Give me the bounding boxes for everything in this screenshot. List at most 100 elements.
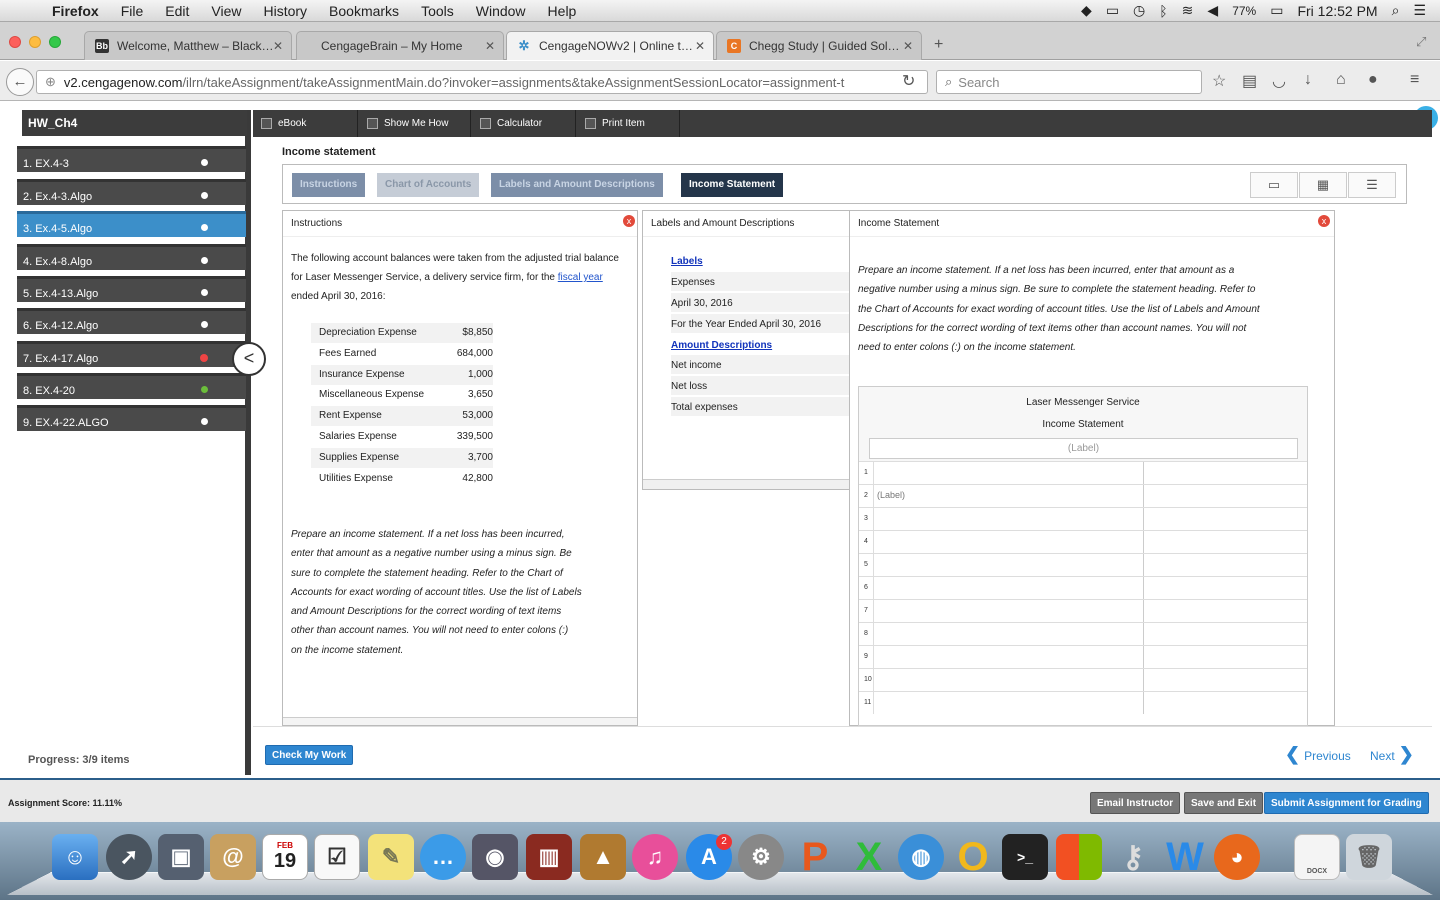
- sidebar-item[interactable]: 9. EX.4-22.ALGO: [17, 405, 246, 431]
- menu-tools[interactable]: Tools: [410, 3, 465, 19]
- launchpad-icon[interactable]: ➚: [106, 834, 152, 880]
- messages-icon[interactable]: …: [420, 834, 466, 880]
- facetime-icon[interactable]: ◉: [472, 834, 518, 880]
- battery-percent[interactable]: 77%: [1232, 4, 1256, 18]
- search-input[interactable]: ⌕ Search: [936, 70, 1202, 94]
- notes-icon[interactable]: ✎: [368, 834, 414, 880]
- heading-date-select[interactable]: (Label): [869, 438, 1298, 459]
- calculator-button[interactable]: Calculator: [472, 110, 576, 137]
- itunes-icon[interactable]: ♫: [632, 834, 678, 880]
- label-item[interactable]: April 30, 2016: [671, 298, 733, 309]
- account-label-input[interactable]: [873, 531, 1143, 553]
- labels-heading-link[interactable]: Labels: [671, 256, 703, 267]
- account-label-input[interactable]: [873, 485, 1143, 507]
- firefox-icon[interactable]: ◕: [1214, 834, 1260, 880]
- account-label-input[interactable]: [873, 508, 1143, 530]
- amount-input[interactable]: [1143, 554, 1307, 576]
- account-label-input[interactable]: [873, 577, 1143, 599]
- terminal-icon[interactable]: >_: [1002, 834, 1048, 880]
- tab-close-icon[interactable]: ✕: [695, 39, 705, 53]
- network-globe-icon[interactable]: ◍: [898, 834, 944, 880]
- amount-descriptions-heading-link[interactable]: Amount Descriptions: [671, 340, 772, 351]
- tab-instructions[interactable]: Instructions: [292, 173, 366, 197]
- site-info-icon[interactable]: ⊕: [45, 74, 56, 90]
- ebook-button[interactable]: eBook: [253, 110, 358, 137]
- tray-app-icon[interactable]: ◆: [1081, 2, 1092, 19]
- previous-button[interactable]: ❮ Previous: [1285, 744, 1351, 765]
- system-preferences-icon[interactable]: ⚙: [738, 834, 784, 880]
- menu-app-name[interactable]: Firefox: [40, 3, 110, 19]
- account-label-input[interactable]: [873, 462, 1143, 484]
- view-window-icon[interactable]: ▭: [1250, 172, 1298, 198]
- sidebar-item[interactable]: 3. Ex.4-5.Algo: [17, 211, 246, 237]
- account-label-input[interactable]: [873, 669, 1143, 691]
- amount-input[interactable]: [1143, 692, 1307, 714]
- sidebar-item[interactable]: 6. Ex.4-12.Algo: [17, 308, 246, 334]
- url-bar[interactable]: ⊕ v2.cengagenow.com /ilrn/takeAssignment…: [36, 70, 928, 94]
- fiscal-year-link[interactable]: fiscal year: [558, 272, 603, 283]
- collapse-sidebar-chevron-left-icon[interactable]: <: [232, 342, 266, 376]
- next-button[interactable]: Next ❯: [1370, 744, 1414, 765]
- sidebar-item[interactable]: 8. EX.4-20: [17, 373, 246, 399]
- tab-chart-of-accounts[interactable]: Chart of Accounts: [377, 173, 480, 197]
- menu-history[interactable]: History: [252, 3, 318, 19]
- menu-view[interactable]: View: [200, 3, 252, 19]
- print-item-button[interactable]: Print Item: [577, 110, 680, 137]
- sidebar-item[interactable]: 4. Ex.4-8.Algo: [17, 244, 246, 270]
- wifi-icon[interactable]: ≋: [1182, 2, 1194, 19]
- photo-slideshow-icon[interactable]: ▥: [526, 834, 572, 880]
- sidebar-item[interactable]: 2. Ex.4-3.Algo: [17, 179, 246, 205]
- calendar-icon[interactable]: FEB 19: [262, 834, 308, 880]
- tab-income-statement[interactable]: Income Statement: [681, 173, 784, 197]
- close-panel-icon[interactable]: x: [623, 215, 635, 227]
- amount-input[interactable]: [1143, 646, 1307, 668]
- sidebar-item[interactable]: 7. Ex.4-17.Algo: [17, 341, 246, 367]
- tab-chegg[interactable]: C Chegg Study | Guided Sol… ✕: [716, 31, 922, 60]
- contacts-icon[interactable]: @: [210, 834, 256, 880]
- menu-bookmarks[interactable]: Bookmarks: [318, 3, 410, 19]
- tab-close-icon[interactable]: ✕: [485, 39, 495, 53]
- amount-input[interactable]: [1143, 508, 1307, 530]
- amount-input[interactable]: [1143, 669, 1307, 691]
- amount-input[interactable]: [1143, 600, 1307, 622]
- amount-description-item[interactable]: Net income: [671, 360, 722, 371]
- clock[interactable]: Fri 12:52 PM: [1297, 3, 1377, 19]
- airplay-icon[interactable]: ▭: [1106, 2, 1119, 19]
- microsoft-office-icon[interactable]: [1056, 834, 1102, 880]
- tab-close-icon[interactable]: ✕: [903, 39, 913, 53]
- battery-icon[interactable]: ▭: [1270, 2, 1283, 19]
- amount-input[interactable]: [1143, 531, 1307, 553]
- pocket-icon[interactable]: ◡: [1272, 71, 1286, 91]
- powerpoint-icon[interactable]: P: [792, 834, 838, 880]
- new-tab-icon[interactable]: +: [934, 36, 943, 54]
- tab-cengagebrain[interactable]: CengageBrain – My Home ✕: [296, 31, 504, 60]
- save-and-exit-button[interactable]: Save and Exit: [1184, 792, 1264, 814]
- volume-icon[interactable]: ◀: [1207, 2, 1218, 19]
- keychain-icon[interactable]: ⚷: [1110, 834, 1156, 880]
- iphoto-icon[interactable]: ▲: [580, 834, 626, 880]
- label-item[interactable]: For the Year Ended April 30, 2016: [671, 319, 821, 330]
- tab-labels-amount-descriptions[interactable]: Labels and Amount Descriptions: [491, 173, 663, 197]
- spotlight-icon[interactable]: ⌕: [1392, 2, 1400, 19]
- docx-file-icon[interactable]: DOCX: [1294, 834, 1340, 880]
- menu-help[interactable]: Help: [537, 3, 588, 19]
- sidebar-item[interactable]: 5. Ex.4-13.Algo: [17, 276, 246, 302]
- show-me-how-button[interactable]: Show Me How: [359, 110, 471, 137]
- amount-description-item[interactable]: Total expenses: [671, 402, 738, 413]
- back-icon[interactable]: ←: [6, 68, 34, 96]
- label-item[interactable]: Expenses: [671, 277, 715, 288]
- word-icon[interactable]: W: [1162, 834, 1208, 880]
- hamburger-menu-icon[interactable]: ≡: [1410, 71, 1419, 89]
- excel-icon[interactable]: X: [846, 834, 892, 880]
- minimize-window-icon[interactable]: [29, 36, 41, 48]
- outlook-icon[interactable]: O: [950, 834, 996, 880]
- fullscreen-icon[interactable]: ⤢: [1416, 34, 1426, 50]
- view-split-icon[interactable]: ▦: [1299, 172, 1347, 198]
- account-label-input[interactable]: [873, 600, 1143, 622]
- close-panel-icon[interactable]: x: [1318, 215, 1330, 227]
- resize-handle[interactable]: [643, 479, 849, 489]
- menu-window[interactable]: Window: [465, 3, 537, 19]
- view-list-icon[interactable]: ☰: [1348, 172, 1396, 198]
- account-label-input[interactable]: [873, 692, 1143, 714]
- submit-assignment-button[interactable]: Submit Assignment for Grading: [1264, 792, 1429, 814]
